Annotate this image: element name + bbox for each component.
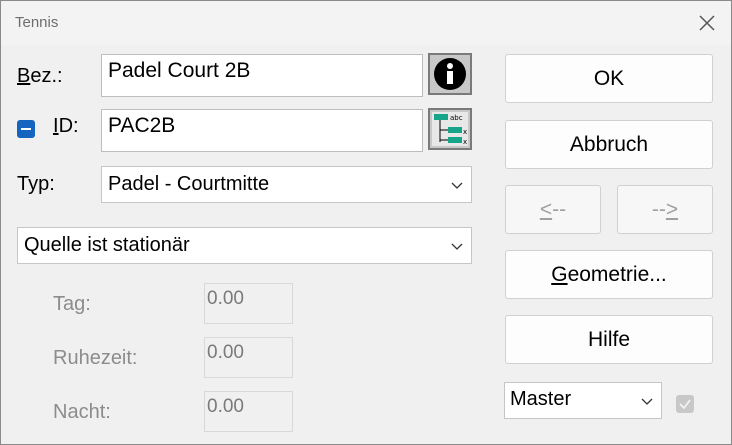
typ-select-value: Padel - Courtmitte <box>108 173 270 195</box>
id-toggle-checkbox[interactable] <box>17 120 35 138</box>
title-bar: Tennis <box>1 1 731 45</box>
master-select[interactable]: Master <box>504 382 662 419</box>
id-input[interactable]: PAC2B <box>101 109 423 152</box>
nacht-input[interactable]: 0.00 <box>204 391 293 432</box>
previous-button[interactable]: < -- <box>505 185 601 234</box>
ok-button[interactable]: OK <box>505 54 713 103</box>
geometry-button[interactable]: Geometrie... <box>505 250 713 299</box>
next-button[interactable]: -- > <box>617 185 713 234</box>
chevron-down-icon <box>451 243 463 250</box>
chevron-down-icon <box>641 398 653 405</box>
bez-label: Bez.: <box>17 65 63 87</box>
id-generator-button[interactable]: abc x x <box>428 108 472 150</box>
bez-input[interactable]: Padel Court 2B <box>101 54 423 97</box>
tag-input[interactable]: 0.00 <box>204 283 293 324</box>
dialog: Tennis Bez.: Padel Court 2B ID: PAC2B ab… <box>0 0 732 445</box>
svg-text:x: x <box>463 138 467 146</box>
typ-select[interactable]: Padel - Courtmitte <box>101 166 472 203</box>
ruhezeit-input[interactable]: 0.00 <box>204 337 293 378</box>
close-icon[interactable] <box>693 9 721 37</box>
cancel-button[interactable]: Abbruch <box>505 120 713 169</box>
window-title: Tennis <box>15 14 59 31</box>
master-select-value: Master <box>510 388 572 410</box>
info-button[interactable] <box>428 53 472 95</box>
source-select[interactable]: Quelle ist stationär <box>17 227 472 264</box>
source-select-value: Quelle ist stationär <box>24 234 190 256</box>
chevron-down-icon <box>451 182 463 189</box>
ruhezeit-label: Ruhezeit: <box>53 347 138 369</box>
typ-label: Typ: <box>17 173 55 195</box>
svg-text:x: x <box>463 128 467 136</box>
help-button[interactable]: Hilfe <box>505 315 713 364</box>
svg-text:abc: abc <box>450 114 463 122</box>
nacht-label: Nacht: <box>53 401 111 423</box>
id-list-icon: abc x x <box>432 112 468 146</box>
tag-label: Tag: <box>53 293 91 315</box>
info-icon <box>434 58 466 90</box>
master-checkbox[interactable] <box>676 395 694 413</box>
id-label: ID: <box>53 115 79 137</box>
